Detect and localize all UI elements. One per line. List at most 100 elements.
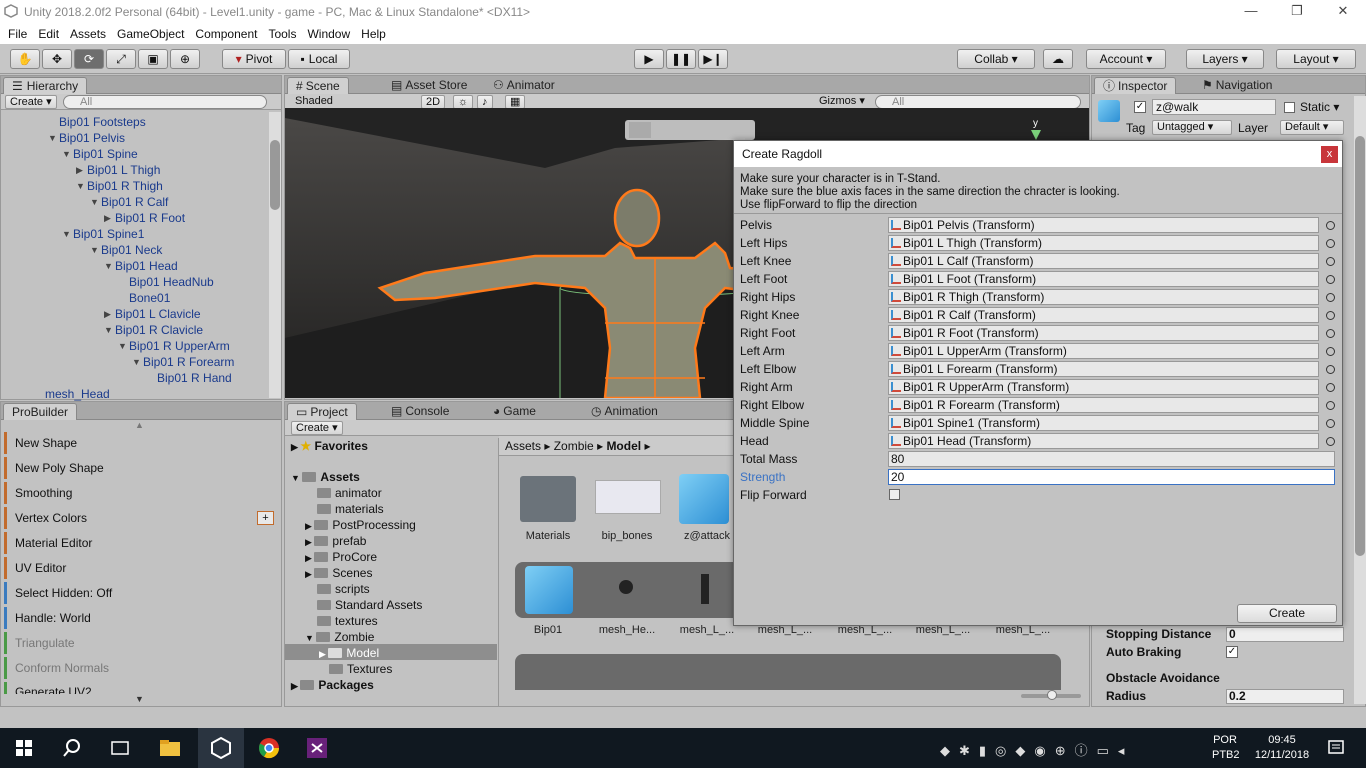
play-button[interactable]: ▶: [634, 49, 664, 69]
collapse-icon[interactable]: ▶: [76, 165, 83, 176]
tree-item[interactable]: Bip01 R UpperArm: [129, 339, 230, 353]
tree-item[interactable]: Bip01 R Forearm: [143, 355, 234, 369]
expand-icon[interactable]: ▼: [90, 245, 99, 255]
scene-search-input[interactable]: All: [875, 95, 1081, 109]
move-tool-icon[interactable]: ✥: [42, 49, 72, 69]
assets-folder[interactable]: ▼ Assets: [291, 470, 360, 484]
expand-icon[interactable]: ▼: [90, 197, 99, 207]
bip01-prefab-icon[interactable]: [525, 566, 573, 614]
left-foot-field[interactable]: Bip01 L Foot (Transform): [888, 271, 1319, 287]
menu-help[interactable]: Help: [361, 27, 386, 41]
middle-spine-field[interactable]: Bip01 Spine1 (Transform): [888, 415, 1319, 431]
right-foot-field[interactable]: Bip01 R Foot (Transform): [888, 325, 1319, 341]
scale-tool-icon[interactable]: ⤢: [106, 49, 136, 69]
tree-item[interactable]: Bip01 HeadNub: [129, 275, 214, 289]
file-explorer-icon[interactable]: [156, 734, 184, 762]
tray-icons[interactable]: ◆✱▮◎◆◉⊕ⓘ▭◂: [940, 740, 1133, 759]
head-field[interactable]: Bip01 Head (Transform): [888, 433, 1319, 449]
folder-zombie-textures[interactable]: Textures: [329, 662, 392, 676]
left-arm-field[interactable]: Bip01 L UpperArm (Transform): [888, 343, 1319, 359]
prefab-cube-icon[interactable]: [679, 474, 729, 524]
right-arm-field[interactable]: Bip01 R UpperArm (Transform): [888, 379, 1319, 395]
stopping-distance-field[interactable]: 0: [1226, 627, 1344, 642]
folder-scripts[interactable]: scripts: [317, 582, 370, 596]
tree-item[interactable]: Bip01 R Foot: [115, 211, 185, 225]
menu-tools[interactable]: Tools: [268, 27, 296, 41]
pb-uv-editor[interactable]: UV Editor: [4, 557, 276, 579]
effects-icon[interactable]: ▦: [505, 95, 526, 109]
object-picker-icon[interactable]: [1326, 275, 1335, 284]
object-picker-icon[interactable]: [1326, 383, 1335, 392]
expand-icon[interactable]: ▼: [104, 261, 113, 271]
object-picker-icon[interactable]: [1326, 329, 1335, 338]
local-toggle[interactable]: ▪ Local: [288, 49, 350, 69]
tree-item[interactable]: Bip01 L Thigh: [87, 163, 160, 177]
create-button[interactable]: Create: [1237, 604, 1337, 623]
pb-conform-normals[interactable]: Conform Normals: [4, 657, 276, 679]
pb-generate-uv2[interactable]: Generate UV2: [4, 682, 276, 694]
folder-model[interactable]: ▶ Model: [319, 646, 379, 660]
object-picker-icon[interactable]: [1326, 437, 1335, 446]
folder-textures[interactable]: textures: [317, 614, 378, 628]
menu-component[interactable]: Component: [195, 27, 257, 41]
strength-field[interactable]: 20: [888, 469, 1335, 485]
inspector-scroll-thumb[interactable]: [1355, 136, 1365, 556]
object-picker-icon[interactable]: [1326, 239, 1335, 248]
tab-animator[interactable]: ⚇ Animator: [485, 77, 563, 94]
windows-start-icon[interactable]: [10, 734, 38, 762]
left-hips-field[interactable]: Bip01 L Thigh (Transform): [888, 235, 1319, 251]
tree-item[interactable]: Bip01 Neck: [101, 243, 162, 257]
expand-icon[interactable]: ▼: [48, 133, 57, 143]
tree-item[interactable]: mesh_Head: [45, 387, 110, 401]
menu-gameobject[interactable]: GameObject: [117, 27, 184, 41]
gizmos-dropdown[interactable]: Gizmos ▾: [815, 95, 869, 109]
menu-window[interactable]: Window: [307, 27, 350, 41]
hierarchy-search-input[interactable]: All: [63, 95, 267, 109]
tree-item[interactable]: Bip01 Pelvis: [59, 131, 125, 145]
menu-edit[interactable]: Edit: [38, 27, 59, 41]
breadcrumb-assets[interactable]: Assets: [505, 439, 541, 453]
inspector-scrollbar[interactable]: [1354, 96, 1366, 704]
folder-postprocessing[interactable]: ▶ PostProcessing: [305, 518, 416, 532]
hand-tool-icon[interactable]: ✋: [10, 49, 40, 69]
scroll-down-icon[interactable]: ▼: [135, 694, 144, 704]
pb-smoothing[interactable]: Smoothing: [4, 482, 276, 504]
thumbnail-size-slider[interactable]: [1021, 690, 1081, 700]
flip-forward-checkbox[interactable]: [889, 489, 900, 500]
menu-file[interactable]: File: [8, 27, 27, 41]
pb-vertex-colors-plus-button[interactable]: +: [257, 511, 274, 525]
mode-2d-toggle[interactable]: 2D: [421, 95, 446, 109]
mesh-head-icon[interactable]: [619, 580, 633, 594]
tab-inspector[interactable]: ⓘ Inspector: [1094, 77, 1177, 94]
restore-button[interactable]: ❐: [1274, 0, 1320, 24]
search-icon[interactable]: [58, 734, 86, 762]
tree-item[interactable]: Bip01 Footsteps: [59, 115, 146, 129]
scroll-up-icon[interactable]: ▲: [135, 420, 144, 430]
tab-game[interactable]: ◕ Game: [485, 403, 544, 420]
pivot-toggle[interactable]: ▾ Pivot: [222, 49, 286, 69]
folder-prefab[interactable]: ▶ prefab: [305, 534, 366, 548]
object-picker-icon[interactable]: [1326, 365, 1335, 374]
active-checkbox[interactable]: ✓: [1134, 101, 1146, 113]
folder-materials[interactable]: materials: [317, 502, 384, 516]
folder-standard-assets[interactable]: Standard Assets: [317, 598, 422, 612]
folder-procore[interactable]: ▶ ProCore: [305, 550, 377, 564]
tab-scene[interactable]: # Scene: [287, 77, 349, 94]
object-picker-icon[interactable]: [1326, 221, 1335, 230]
pb-new-poly-shape[interactable]: New Poly Shape: [4, 457, 276, 479]
slider-thumb[interactable]: [1047, 690, 1057, 700]
pause-button[interactable]: ❚❚: [666, 49, 696, 69]
layer-dropdown[interactable]: Default ▾: [1280, 120, 1344, 135]
pb-handle-world[interactable]: Handle: World: [4, 607, 276, 629]
static-label[interactable]: Static ▾: [1300, 100, 1339, 114]
breadcrumb-zombie[interactable]: Zombie: [554, 439, 594, 453]
folder-zombie[interactable]: ▼ Zombie: [305, 630, 374, 644]
tab-console[interactable]: ▤ Console: [383, 403, 457, 420]
expand-icon[interactable]: ▼: [62, 229, 71, 239]
project-create-button[interactable]: Create ▾: [291, 421, 343, 435]
tab-probuilder[interactable]: ProBuilder: [3, 403, 78, 420]
clock[interactable]: 09:45 12/11/2018: [1250, 734, 1314, 761]
right-knee-field[interactable]: Bip01 R Calf (Transform): [888, 307, 1319, 323]
tab-project[interactable]: ▭ Project: [287, 403, 357, 420]
favorites-folder[interactable]: ▶ ★ Favorites: [291, 439, 368, 453]
